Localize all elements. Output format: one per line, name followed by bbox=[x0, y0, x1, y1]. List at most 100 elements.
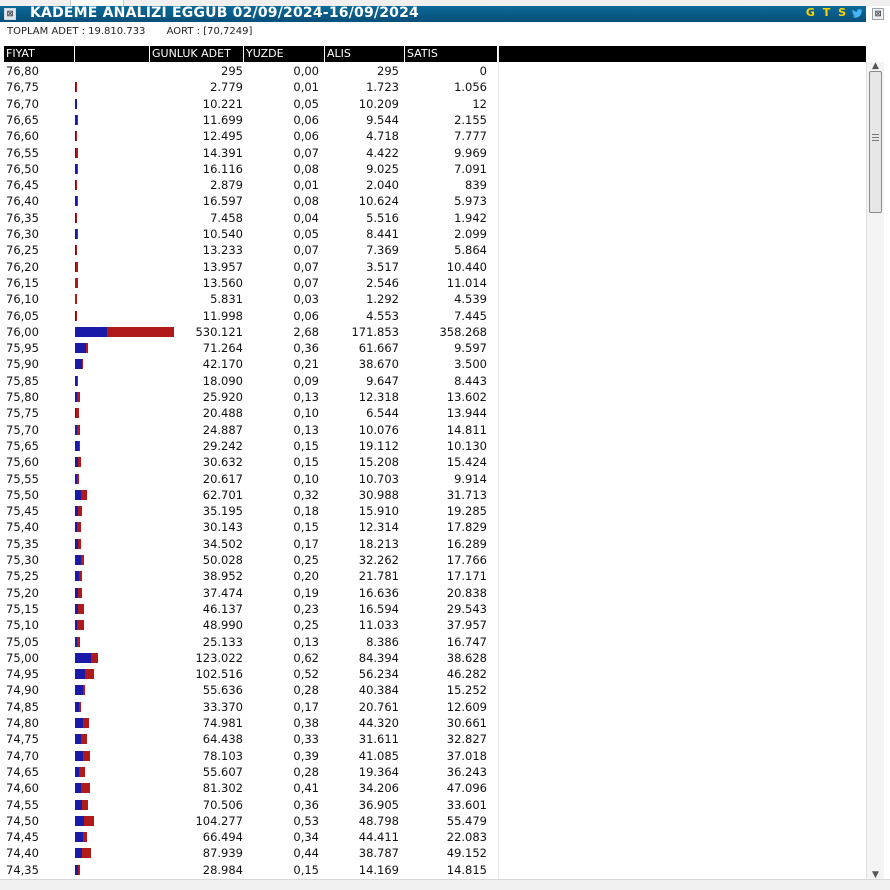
table-row[interactable]: 75,7024.8870,1310.07614.811 bbox=[4, 422, 866, 438]
volume-cell: 2.879 bbox=[150, 177, 243, 193]
buy-cell: 171.853 bbox=[324, 324, 399, 340]
sell-cell: 8.443 bbox=[404, 373, 487, 389]
table-row[interactable]: 75,8025.9200,1312.31813.602 bbox=[4, 389, 866, 405]
volume-cell: 16.597 bbox=[150, 193, 243, 209]
sell-volume-bar bbox=[75, 278, 77, 288]
table-row[interactable]: 75,2538.9520,2021.78117.171 bbox=[4, 568, 866, 584]
table-row[interactable]: 76,00530.1212,68171.853358.268 bbox=[4, 324, 866, 340]
volume-cell: 33.370 bbox=[150, 699, 243, 715]
table-row[interactable]: 76,802950,002950 bbox=[4, 63, 866, 79]
table-row[interactable]: 75,2037.4740,1916.63620.838 bbox=[4, 585, 866, 601]
price-cell: 74,60 bbox=[6, 780, 39, 796]
percent-cell: 0,06 bbox=[244, 112, 319, 128]
table-row[interactable]: 75,3534.5020,1718.21316.289 bbox=[4, 536, 866, 552]
price-cell: 76,00 bbox=[6, 324, 39, 340]
table-row[interactable]: 75,4030.1430,1512.31417.829 bbox=[4, 519, 866, 535]
table-row[interactable]: 75,8518.0900,099.6478.443 bbox=[4, 373, 866, 389]
table-row[interactable]: 75,5520.6170,1010.7039.914 bbox=[4, 471, 866, 487]
table-row[interactable]: 76,5514.3910,074.4229.969 bbox=[4, 145, 866, 161]
sell-volume-bar bbox=[78, 588, 82, 598]
table-row[interactable]: 76,1513.5600,072.54611.014 bbox=[4, 275, 866, 291]
table-row[interactable]: 75,0525.1330,138.38616.747 bbox=[4, 634, 866, 650]
table-row[interactable]: 76,4016.5970,0810.6245.973 bbox=[4, 193, 866, 209]
table-row[interactable]: 76,0511.9980,064.5537.445 bbox=[4, 308, 866, 324]
table-row[interactable]: 76,357.4580,045.5161.942 bbox=[4, 210, 866, 226]
table-row[interactable]: 76,105.8310,031.2924.539 bbox=[4, 291, 866, 307]
price-cell: 74,35 bbox=[6, 862, 39, 878]
table-row[interactable]: 74,9055.6360,2840.38415.252 bbox=[4, 682, 866, 698]
volume-cell: 35.195 bbox=[150, 503, 243, 519]
close-window-icon[interactable]: ⊠ bbox=[872, 8, 884, 20]
table-row[interactable]: 75,1546.1370,2316.59429.543 bbox=[4, 601, 866, 617]
table-row[interactable]: 74,5570.5060,3636.90533.601 bbox=[4, 797, 866, 813]
percent-cell: 0,21 bbox=[244, 356, 319, 372]
price-cell: 76,05 bbox=[6, 308, 39, 324]
sell-cell: 13.602 bbox=[404, 389, 487, 405]
title-bar: ⊠ KADEME ANALIZI EGGUB 02/09/2024-16/09/… bbox=[0, 6, 866, 22]
table-row[interactable]: 75,3050.0280,2532.26217.766 bbox=[4, 552, 866, 568]
table-row[interactable]: 76,3010.5400,058.4412.099 bbox=[4, 226, 866, 242]
column-header-fiyat[interactable]: FIYAT bbox=[4, 46, 75, 62]
buy-cell: 5.516 bbox=[324, 210, 399, 226]
vertical-scrollbar[interactable]: ▲ ▼ bbox=[866, 62, 884, 879]
price-cell: 74,55 bbox=[6, 797, 39, 813]
table-row[interactable]: 74,95102.5160,5256.23446.282 bbox=[4, 666, 866, 682]
volume-cell: 30.632 bbox=[150, 454, 243, 470]
sell-volume-bar bbox=[83, 685, 86, 695]
table-row[interactable]: 76,2013.9570,073.51710.440 bbox=[4, 259, 866, 275]
sell-volume-bar bbox=[78, 506, 82, 516]
table-row[interactable]: 74,8533.3700,1720.76112.609 bbox=[4, 699, 866, 715]
percent-cell: 0,07 bbox=[244, 275, 319, 291]
table-row[interactable]: 74,50104.2770,5348.79855.479 bbox=[4, 813, 866, 829]
percent-cell: 0,20 bbox=[244, 568, 319, 584]
sell-cell: 839 bbox=[404, 177, 487, 193]
buy-volume-bar bbox=[75, 343, 86, 353]
table-row[interactable]: 75,5062.7010,3230.98831.713 bbox=[4, 487, 866, 503]
table-row[interactable]: 75,6529.2420,1519.11210.130 bbox=[4, 438, 866, 454]
table-row[interactable]: 75,4535.1950,1815.91019.285 bbox=[4, 503, 866, 519]
percent-cell: 0,15 bbox=[244, 862, 319, 878]
percent-cell: 0,07 bbox=[244, 242, 319, 258]
title-right-area: ⊠ bbox=[866, 6, 890, 22]
system-menu-icon[interactable]: ⊠ bbox=[4, 8, 16, 20]
table-row[interactable]: 76,2513.2330,077.3695.864 bbox=[4, 242, 866, 258]
table-row[interactable]: 75,6030.6320,1515.20815.424 bbox=[4, 454, 866, 470]
sell-volume-bar bbox=[76, 131, 77, 141]
table-row[interactable]: 75,7520.4880,106.54413.944 bbox=[4, 405, 866, 421]
table-row[interactable]: 74,8074.9810,3844.32030.661 bbox=[4, 715, 866, 731]
table-row[interactable]: 76,7010.2210,0510.20912 bbox=[4, 96, 866, 112]
scrollbar-thumb[interactable] bbox=[869, 71, 882, 213]
buy-cell: 61.667 bbox=[324, 340, 399, 356]
buy-volume-bar bbox=[75, 685, 83, 695]
buy-cell: 16.636 bbox=[324, 585, 399, 601]
table-row[interactable]: 74,7078.1030,3941.08537.018 bbox=[4, 748, 866, 764]
buy-volume-bar bbox=[75, 800, 82, 810]
column-header-yuzde[interactable]: YUZDE bbox=[244, 46, 325, 62]
column-header-alis[interactable]: ALIS bbox=[325, 46, 405, 62]
table-row[interactable]: 74,4566.4940,3444.41122.083 bbox=[4, 829, 866, 845]
table-row[interactable]: 76,6012.4950,064.7187.777 bbox=[4, 128, 866, 144]
buy-cell: 31.611 bbox=[324, 731, 399, 747]
table-row[interactable]: 76,452.8790,012.040839 bbox=[4, 177, 866, 193]
table-row[interactable]: 75,1048.9900,2511.03337.957 bbox=[4, 617, 866, 633]
price-level-table: FIYAT GUNLUK ADET YUZDE ALIS SATIS 76,80… bbox=[4, 46, 866, 879]
table-row[interactable]: 76,752.7790,011.7231.056 bbox=[4, 79, 866, 95]
buy-cell: 20.761 bbox=[324, 699, 399, 715]
table-row[interactable]: 74,7564.4380,3331.61132.827 bbox=[4, 731, 866, 747]
table-row[interactable]: 75,9571.2640,3661.6679.597 bbox=[4, 340, 866, 356]
percent-cell: 0,25 bbox=[244, 552, 319, 568]
volume-cell: 70.506 bbox=[150, 797, 243, 813]
table-row[interactable]: 74,6081.3020,4134.20647.096 bbox=[4, 780, 866, 796]
column-header-gunluk-adet[interactable]: GUNLUK ADET bbox=[150, 46, 244, 62]
table-row[interactable]: 74,4087.9390,4438.78749.152 bbox=[4, 845, 866, 861]
percent-cell: 0,25 bbox=[244, 617, 319, 633]
table-row[interactable]: 76,5016.1160,089.0257.091 bbox=[4, 161, 866, 177]
sell-volume-bar bbox=[76, 262, 78, 272]
table-row[interactable]: 75,00123.0220,6284.39438.628 bbox=[4, 650, 866, 666]
column-header-satis[interactable]: SATIS bbox=[405, 46, 498, 62]
table-row[interactable]: 74,3528.9840,1514.16914.815 bbox=[4, 862, 866, 878]
table-row[interactable]: 74,6555.6070,2819.36436.243 bbox=[4, 764, 866, 780]
twitter-bird-icon[interactable] bbox=[850, 7, 864, 20]
table-row[interactable]: 75,9042.1700,2138.6703.500 bbox=[4, 356, 866, 372]
table-row[interactable]: 76,6511.6990,069.5442.155 bbox=[4, 112, 866, 128]
